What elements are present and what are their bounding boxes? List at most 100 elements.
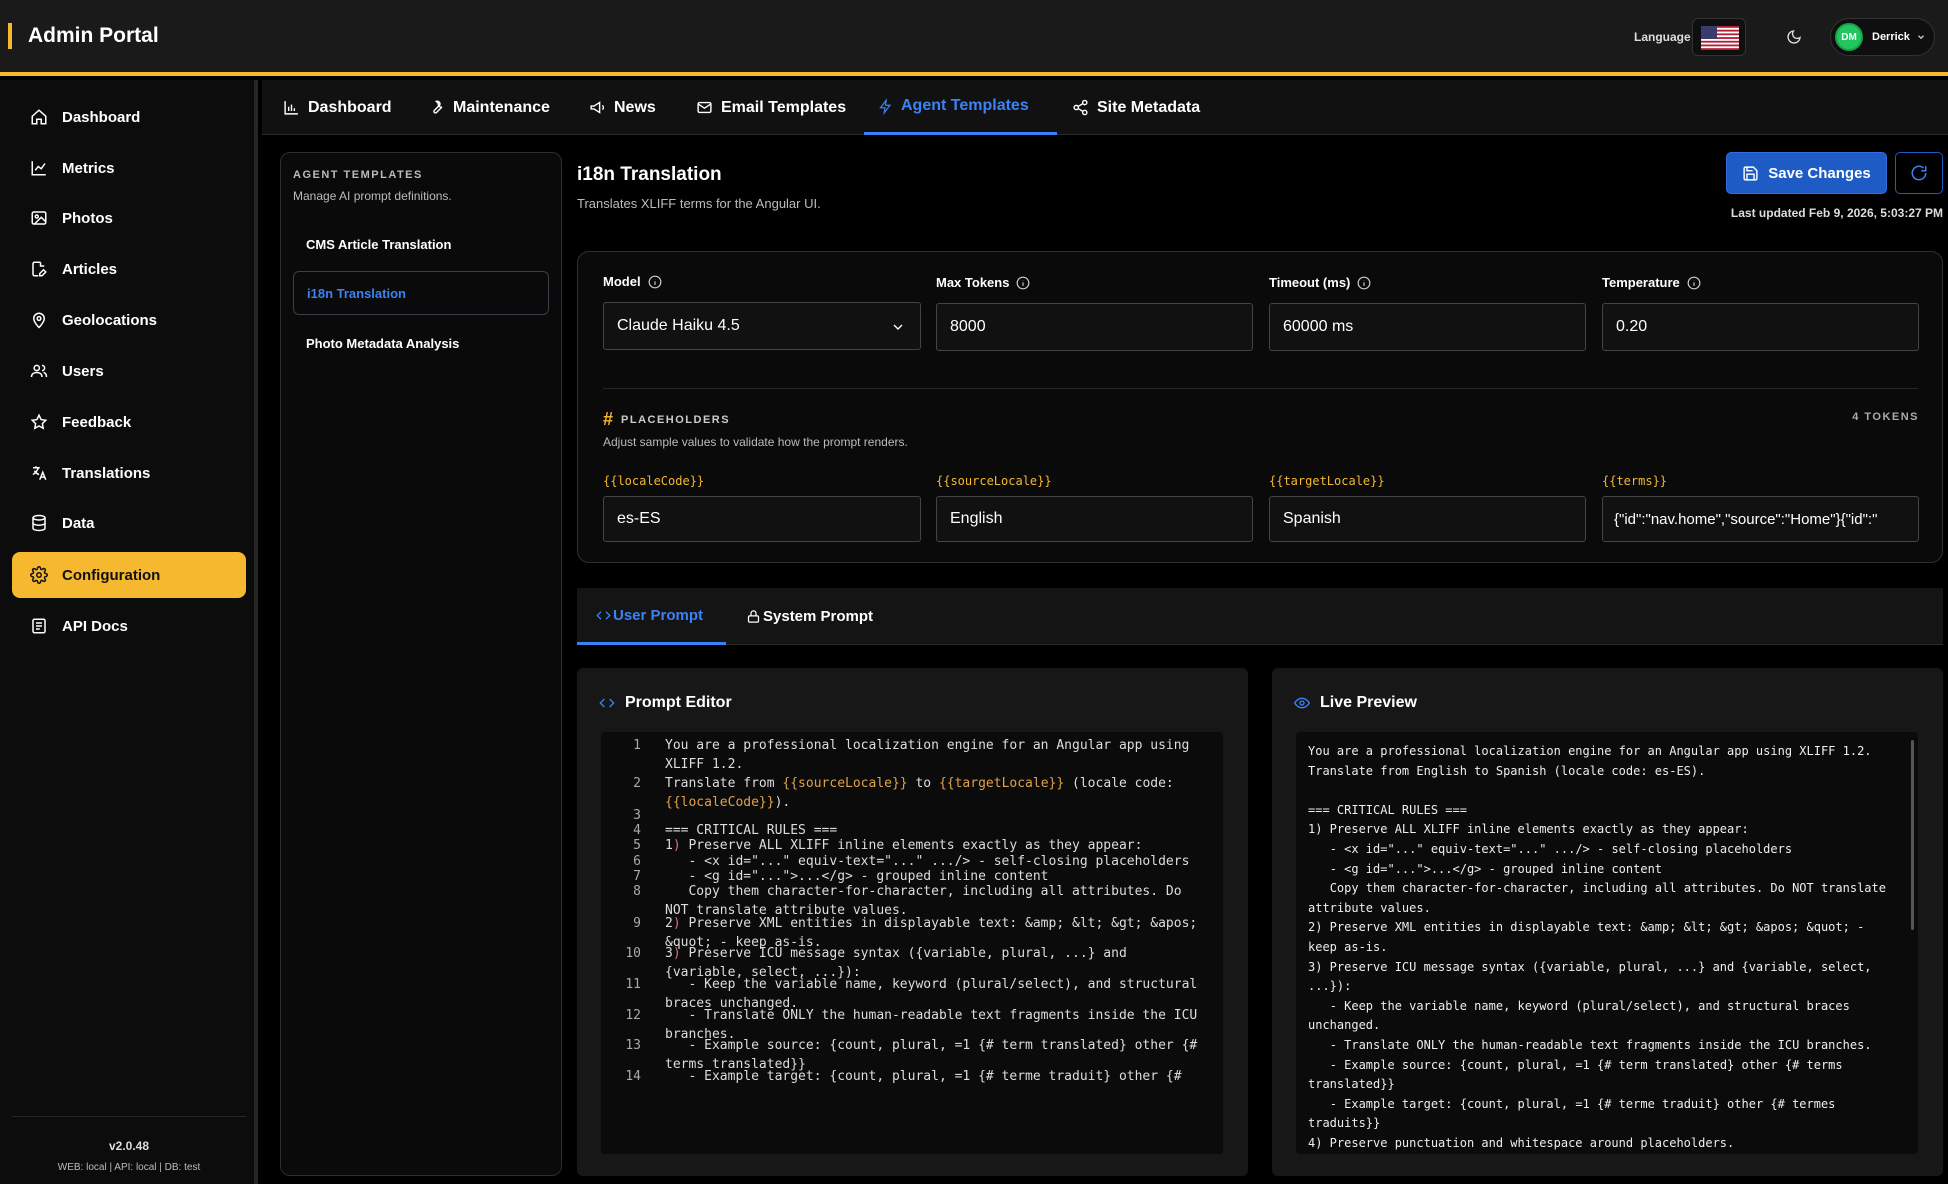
app-version: v2.0.48 bbox=[108, 1139, 150, 1153]
top-header: Admin Portal Language DM Derrick bbox=[0, 0, 1948, 76]
sidebar-item-articles[interactable]: Articles bbox=[12, 246, 246, 292]
sidebar-item-configuration[interactable]: Configuration bbox=[12, 552, 246, 598]
hash-icon: # bbox=[603, 409, 614, 429]
sidebar-item-data[interactable]: Data bbox=[12, 500, 246, 546]
info-icon bbox=[648, 275, 661, 288]
placeholder-target-locale-input[interactable]: Spanish bbox=[1269, 496, 1586, 542]
translate-icon bbox=[32, 466, 47, 481]
template-item-cms-article-translation[interactable]: CMS Article Translation bbox=[293, 222, 549, 266]
refresh-button[interactable] bbox=[1895, 152, 1943, 194]
share-icon bbox=[1073, 99, 1088, 116]
theme-toggle-button[interactable] bbox=[1775, 18, 1813, 56]
divider bbox=[603, 388, 1918, 389]
max-tokens-input[interactable]: 8000 bbox=[936, 303, 1253, 351]
live-preview-title: Live Preview bbox=[1294, 694, 1417, 712]
code-icon bbox=[596, 610, 611, 620]
scrollbar[interactable] bbox=[1911, 740, 1914, 930]
code-icon bbox=[599, 698, 615, 708]
placeholder-source-locale-input[interactable]: English bbox=[936, 496, 1253, 542]
users-icon bbox=[30, 364, 48, 378]
placeholder-locale-code-input[interactable]: es-ES bbox=[603, 496, 921, 542]
config-tab-bar: Dashboard Maintenance News Email Templat… bbox=[262, 80, 1948, 135]
sidebar-item-label: API Docs bbox=[62, 617, 128, 635]
map-pin-icon bbox=[32, 312, 46, 329]
sidebar-item-label: Photos bbox=[62, 209, 113, 227]
sidebar-item-label: Translations bbox=[62, 464, 151, 482]
save-button-label: Save Changes bbox=[1768, 164, 1871, 182]
user-name: Derrick bbox=[1872, 31, 1910, 43]
timeout-input[interactable]: 60000 ms bbox=[1269, 303, 1586, 351]
info-icon bbox=[1687, 276, 1701, 289]
template-item-photo-metadata-analysis[interactable]: Photo Metadata Analysis bbox=[293, 321, 549, 365]
book-icon bbox=[32, 618, 46, 634]
database-icon bbox=[32, 514, 46, 532]
tab-label: Dashboard bbox=[308, 98, 392, 116]
sidebar-item-label: Feedback bbox=[62, 413, 132, 431]
sidebar-item-photos[interactable]: Photos bbox=[12, 195, 246, 241]
template-item-i18n-translation[interactable]: i18n Translation bbox=[293, 271, 549, 315]
sidebar-item-label: Geolocations bbox=[62, 311, 158, 329]
sidebar-item-translations[interactable]: Translations bbox=[12, 450, 246, 496]
placeholder-label: {{targetLocale}} bbox=[1269, 474, 1385, 488]
image-icon bbox=[31, 211, 47, 225]
info-icon bbox=[1357, 276, 1371, 289]
lightning-icon bbox=[879, 97, 892, 115]
lock-icon bbox=[747, 610, 760, 623]
moon-icon bbox=[1787, 30, 1801, 44]
document-pen-icon bbox=[32, 261, 47, 277]
chevron-down-icon bbox=[1917, 35, 1924, 40]
temperature-input[interactable]: 0.20 bbox=[1602, 303, 1919, 351]
megaphone-icon bbox=[590, 101, 605, 114]
tab-site-metadata[interactable]: Site Metadata bbox=[1072, 80, 1200, 135]
sidebar-footer: v2.0.48 WEB: local | API: local | DB: te… bbox=[12, 1116, 246, 1173]
language-selector[interactable] bbox=[1692, 18, 1746, 56]
sidebar-item-metrics[interactable]: Metrics bbox=[12, 145, 246, 191]
model-select[interactable]: Claude Haiku 4.5 bbox=[603, 302, 921, 350]
gear-icon bbox=[30, 566, 48, 584]
sidebar-item-dashboard[interactable]: Dashboard bbox=[12, 94, 246, 140]
sidebar-item-label: Articles bbox=[62, 260, 118, 278]
sidebar-item-api-docs[interactable]: API Docs bbox=[12, 603, 246, 649]
placeholder-label: {{localeCode}} bbox=[603, 474, 705, 488]
sidebar-item-feedback[interactable]: Feedback bbox=[12, 399, 246, 445]
tab-agent-templates[interactable]: Agent Templates bbox=[864, 80, 1057, 135]
placeholder-terms-input[interactable]: {"id":"nav.home","source":"Home"}{"id":" bbox=[1602, 496, 1919, 542]
avatar: DM bbox=[1835, 23, 1863, 51]
sidebar-item-users[interactable]: Users bbox=[12, 348, 246, 394]
language-label: Language bbox=[1634, 30, 1691, 44]
prompt-tab-bar: User Prompt System Prompt bbox=[577, 588, 1943, 645]
code-line-text: - Example target: {count, plural, =1 {# … bbox=[665, 1069, 1182, 1084]
eye-icon bbox=[1294, 697, 1310, 709]
template-list-panel: AGENT TEMPLATES Manage AI prompt definit… bbox=[280, 152, 562, 1176]
sidebar-item-label: Data bbox=[62, 514, 95, 532]
model-label: Model bbox=[603, 274, 662, 289]
refresh-icon bbox=[1911, 165, 1927, 181]
tab-email-templates[interactable]: Email Templates bbox=[696, 80, 846, 135]
tab-label: News bbox=[614, 98, 656, 116]
user-menu-button[interactable]: DM Derrick bbox=[1830, 18, 1935, 56]
star-icon bbox=[30, 413, 48, 430]
placeholders-subheading: Adjust sample values to validate how the… bbox=[603, 435, 908, 449]
placeholders-heading: # PLACEHOLDERS bbox=[603, 409, 731, 429]
save-icon bbox=[1743, 165, 1758, 181]
tab-label: Email Templates bbox=[721, 98, 847, 116]
save-changes-button[interactable]: Save Changes bbox=[1726, 152, 1887, 194]
prompt-code-editor[interactable]: 1 You are a professional localization eng… bbox=[601, 732, 1223, 1154]
template-list-heading: AGENT TEMPLATES bbox=[293, 169, 423, 181]
tab-dashboard[interactable]: Dashboard bbox=[283, 80, 392, 135]
tab-user-prompt[interactable]: User Prompt bbox=[577, 588, 726, 645]
tab-system-prompt[interactable]: System Prompt bbox=[746, 588, 873, 645]
code-line: 14 - Example target: {count, plural, =1 … bbox=[601, 1067, 1211, 1086]
sidebar-item-geolocations[interactable]: Geolocations bbox=[12, 297, 246, 343]
tab-label: Site Metadata bbox=[1097, 98, 1201, 116]
tab-news[interactable]: News bbox=[589, 80, 656, 135]
page-description: Translates XLIFF terms for the Angular U… bbox=[577, 196, 821, 211]
template-list-subheading: Manage AI prompt definitions. bbox=[293, 189, 452, 203]
prompt-editor-title: Prompt Editor bbox=[599, 694, 732, 712]
environment-info: WEB: local | API: local | DB: test bbox=[57, 1162, 201, 1173]
temperature-label: Temperature bbox=[1602, 275, 1701, 290]
line-number: 1 bbox=[633, 738, 641, 753]
tab-maintenance[interactable]: Maintenance bbox=[428, 80, 550, 135]
page-title: i18n Translation bbox=[577, 164, 722, 185]
timeout-label: Timeout (ms) bbox=[1269, 275, 1371, 290]
